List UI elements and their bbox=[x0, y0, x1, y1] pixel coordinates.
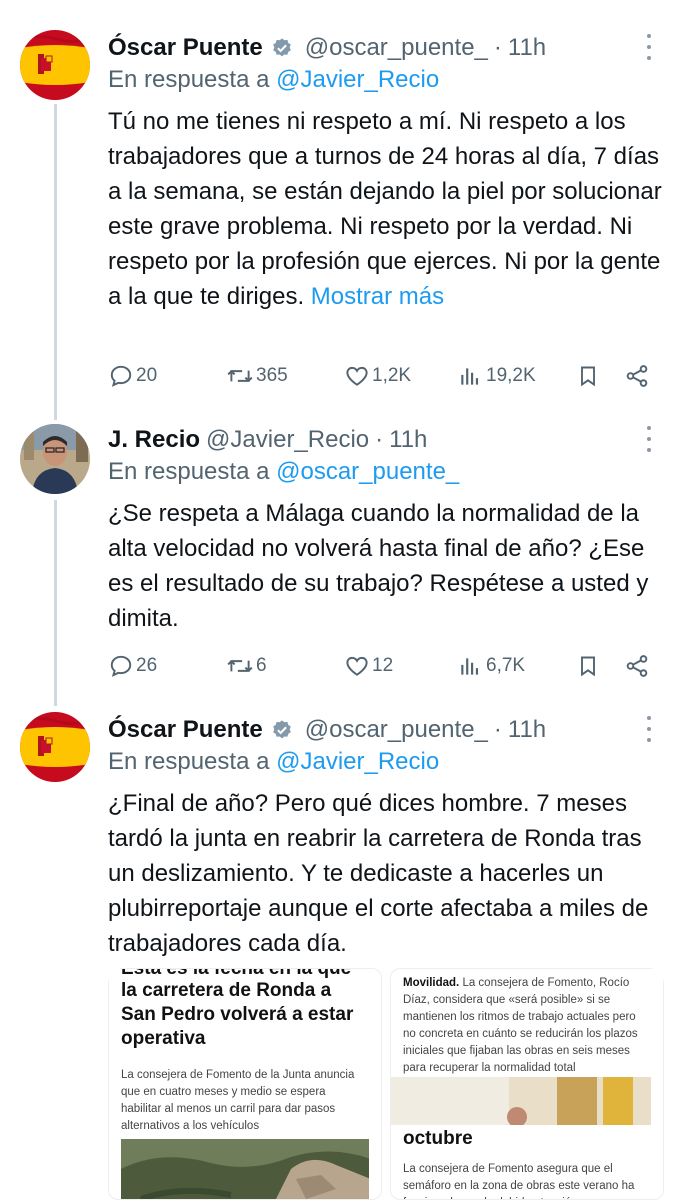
like-button[interactable]: 1,2K bbox=[344, 360, 411, 392]
reply-icon bbox=[110, 365, 132, 387]
spain-flag-avatar[interactable] bbox=[20, 712, 90, 782]
user-handle[interactable]: @Javier_Recio bbox=[206, 426, 369, 454]
repost-count: 365 bbox=[256, 365, 288, 386]
reply-count: 20 bbox=[136, 365, 158, 386]
more-options-icon[interactable] bbox=[644, 34, 654, 60]
reply-context: En respuesta a @Javier_Recio bbox=[108, 748, 439, 776]
tweet-text-content: ¿Se respeta a Málaga cuando la normalida… bbox=[108, 500, 649, 632]
clipping-lead: La consejera de Fomento de la Junta anun… bbox=[121, 1069, 355, 1132]
reply-mention-link[interactable]: @Javier_Recio bbox=[276, 748, 439, 775]
tweet-header: Óscar Puente @oscar_puente_ · 11h bbox=[108, 30, 664, 66]
heart-icon bbox=[346, 366, 368, 386]
profile-photo-avatar[interactable] bbox=[20, 424, 90, 494]
repost-icon bbox=[227, 660, 253, 672]
like-count: 1,2K bbox=[372, 365, 412, 386]
tweet[interactable]: Óscar Puente @oscar_puente_ · 11h En res… bbox=[0, 30, 684, 400]
tweet-header: Óscar Puente @oscar_puente_ · 11h bbox=[108, 712, 664, 748]
clipping-sub: La consejera de Fomento asegura que el s… bbox=[403, 1163, 635, 1199]
share-button[interactable] bbox=[624, 650, 650, 682]
separator-dot: · bbox=[493, 34, 502, 61]
landslide-photo bbox=[121, 1139, 369, 1199]
heart-icon bbox=[346, 656, 368, 676]
tweet-actions: 20 365 1,2K 19,2K bbox=[108, 360, 653, 392]
share-icon bbox=[626, 365, 648, 387]
repost-button[interactable]: 365 bbox=[226, 360, 288, 392]
like-count: 12 bbox=[372, 655, 394, 676]
bookmark-button[interactable] bbox=[576, 650, 600, 682]
views-count: 19,2K bbox=[486, 365, 536, 386]
user-handle[interactable]: @oscar_puente_ bbox=[305, 34, 488, 62]
views-icon bbox=[461, 368, 479, 385]
display-name[interactable]: J. Recio bbox=[108, 426, 200, 454]
newspaper-clipping-left[interactable]: Esta es la fecha en la que la carretera … bbox=[108, 968, 382, 1200]
bookmark-icon bbox=[581, 366, 595, 387]
views-button[interactable]: 19,2K bbox=[458, 360, 536, 392]
reply-context: En respuesta a @Javier_Recio bbox=[108, 66, 439, 94]
views-count: 6,7K bbox=[486, 655, 526, 676]
views-button[interactable]: 6,7K bbox=[458, 650, 525, 682]
tweet-text-content: Tú no me tienes ni respeto a mí. Ni resp… bbox=[108, 108, 662, 310]
reply-mention-link[interactable]: @Javier_Recio bbox=[276, 66, 439, 93]
reply-context: En respuesta a @oscar_puente_ bbox=[108, 458, 459, 486]
display-name[interactable]: Óscar Puente bbox=[108, 34, 263, 62]
display-name[interactable]: Óscar Puente bbox=[108, 716, 263, 744]
reply-button[interactable]: 20 bbox=[108, 360, 157, 392]
clipping-headline: octubre bbox=[403, 1128, 473, 1149]
like-button[interactable]: 12 bbox=[344, 650, 393, 682]
repost-button[interactable]: 6 bbox=[226, 650, 267, 682]
reply-button[interactable]: 26 bbox=[108, 650, 157, 682]
tweet[interactable]: J. Recio @Javier_Recio · 11h En respuest… bbox=[0, 422, 684, 682]
more-options-icon[interactable] bbox=[644, 426, 654, 452]
share-button[interactable] bbox=[624, 360, 650, 392]
tweet-text-content: ¿Final de año? Pero qué dices hombre. 7 … bbox=[108, 790, 649, 957]
timestamp[interactable]: 11h bbox=[508, 716, 546, 744]
separator-dot: · bbox=[375, 426, 384, 453]
tweet-text: ¿Se respeta a Málaga cuando la normalida… bbox=[108, 496, 668, 636]
share-icon bbox=[626, 655, 648, 677]
clipping-section: Movilidad. bbox=[403, 977, 460, 989]
bookmark-button[interactable] bbox=[576, 360, 600, 392]
bookmark-icon bbox=[581, 656, 595, 677]
clipping-headline: la carretera de Ronda a San Pedro volver… bbox=[121, 980, 354, 1049]
tweet-text: Tú no me tienes ni respeto a mí. Ni resp… bbox=[108, 104, 668, 314]
verified-badge-icon bbox=[271, 719, 293, 741]
reply-mention-link[interactable]: @oscar_puente_ bbox=[276, 458, 459, 485]
views-icon bbox=[461, 658, 479, 675]
office-photo bbox=[391, 1077, 651, 1125]
user-handle[interactable]: @oscar_puente_ bbox=[305, 716, 488, 744]
repost-icon bbox=[227, 370, 253, 382]
clipping-lead-text: La consejera de Fomento, Rocío Díaz, con… bbox=[403, 977, 638, 1074]
timestamp[interactable]: 11h bbox=[389, 426, 427, 454]
reply-prefix: En respuesta a bbox=[108, 748, 277, 775]
tweet-actions: 26 6 12 6,7K bbox=[108, 650, 653, 682]
tweet-media[interactable]: Esta es la fecha en la que la carretera … bbox=[108, 968, 664, 1200]
spain-flag-avatar[interactable] bbox=[20, 30, 90, 100]
show-more-link[interactable]: Mostrar más bbox=[311, 283, 444, 310]
verified-badge-icon bbox=[271, 37, 293, 59]
timestamp[interactable]: 11h bbox=[508, 34, 546, 62]
tweet-header: J. Recio @Javier_Recio · 11h bbox=[108, 422, 664, 458]
more-options-icon[interactable] bbox=[644, 716, 654, 742]
clipping-lead: Movilidad. La consejera de Fomento, Rocí… bbox=[403, 975, 651, 1077]
repost-count: 6 bbox=[256, 655, 267, 676]
reply-icon bbox=[110, 655, 132, 677]
tweet-text: ¿Final de año? Pero qué dices hombre. 7 … bbox=[108, 786, 668, 961]
newspaper-clipping-right[interactable]: Movilidad. La consejera de Fomento, Rocí… bbox=[390, 968, 664, 1200]
reply-prefix: En respuesta a bbox=[108, 458, 277, 485]
separator-dot: · bbox=[493, 716, 502, 743]
reply-prefix: En respuesta a bbox=[108, 66, 277, 93]
reply-count: 26 bbox=[136, 655, 158, 676]
